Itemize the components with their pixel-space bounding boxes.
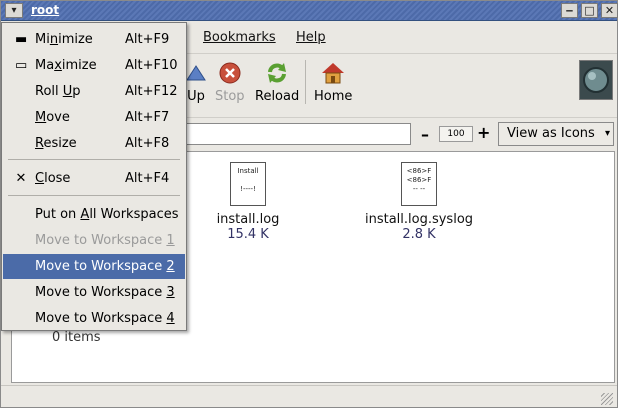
menu-item-minimize[interactable]: ▬ Minimize Alt+F9 xyxy=(3,27,185,52)
window-title: root xyxy=(31,3,60,17)
menu-item-move-to-workspace-2[interactable]: Move to Workspace 2 xyxy=(3,254,185,279)
reload-button-label: Reload xyxy=(255,89,300,104)
file-size: 2.8 K xyxy=(402,227,436,242)
home-button-label: Home xyxy=(314,89,353,104)
reload-button[interactable]: Reload xyxy=(255,60,299,104)
menu-item-label: Close xyxy=(35,171,71,186)
menu-item-accel: Alt+F10 xyxy=(125,58,178,73)
view-as-select[interactable]: View as Icons ▾ xyxy=(498,122,614,146)
reload-icon xyxy=(268,63,287,83)
minimize-button[interactable]: ‒ xyxy=(561,3,578,18)
menu-item-maximize[interactable]: ▭ Maximize Alt+F10 xyxy=(3,53,185,78)
menu-item-label: Move xyxy=(35,110,70,125)
text-file-icon: Install !----! xyxy=(230,162,266,206)
menu-bookmarks-label: Bookmarks xyxy=(203,30,276,45)
menu-bookmarks[interactable]: Bookmarks xyxy=(203,30,276,45)
menu-item-close[interactable]: ✕ Close Alt+F4 xyxy=(3,166,185,191)
window-menu-button[interactable]: ▾ xyxy=(5,3,23,18)
menu-item-move-to-workspace-1[interactable]: Move to Workspace 1 xyxy=(3,228,185,253)
zoom-level[interactable]: 100 xyxy=(439,126,473,142)
menu-item-label: Roll Up xyxy=(35,84,81,99)
menu-item-accel: Alt+F4 xyxy=(125,171,170,186)
menu-item-move-to-workspace-4[interactable]: Move to Workspace 4 xyxy=(3,306,185,331)
menu-item-move-to-workspace-3[interactable]: Move to Workspace 3 xyxy=(3,280,185,305)
file-item[interactable]: Install !----! install.log 15.4 K xyxy=(208,162,288,242)
menu-item-accel: Alt+F12 xyxy=(125,84,178,99)
chevron-down-icon: ▾ xyxy=(604,128,610,139)
file-name: install.log.syslog xyxy=(364,212,474,227)
stop-button-label: Stop xyxy=(215,89,245,104)
menu-separator xyxy=(8,195,180,196)
minimize-icon: ▬ xyxy=(15,32,28,47)
menu-item-label: Move to Workspace 3 xyxy=(35,285,175,300)
menu-separator xyxy=(8,159,180,160)
file-item[interactable]: <86>F <86>F -- -- install.log.syslog 2.8… xyxy=(354,162,484,242)
menu-item-label: Resize xyxy=(35,136,77,151)
throbber-icon xyxy=(579,60,613,100)
location-input[interactable] xyxy=(171,123,411,145)
items-count: 0 items xyxy=(52,330,101,345)
toolbar-separator xyxy=(305,60,306,104)
close-button[interactable]: ✕ xyxy=(601,3,618,18)
zoom-out-button[interactable]: – xyxy=(421,125,429,144)
home-button[interactable]: Home xyxy=(314,60,352,104)
menu-item-put-on-all-workspaces[interactable]: Put on All Workspaces xyxy=(3,202,185,227)
menu-item-accel: Alt+F8 xyxy=(125,136,170,151)
maximize-icon: ▭ xyxy=(15,58,28,73)
menu-item-label: Put on All Workspaces xyxy=(35,207,179,222)
menu-item-accel: Alt+F7 xyxy=(125,110,170,125)
file-size: 15.4 K xyxy=(227,227,269,242)
home-icon xyxy=(322,63,345,84)
title-bar[interactable]: ▾ root ‒ □ ✕ xyxy=(1,1,618,21)
zoom-in-button[interactable]: + xyxy=(477,123,490,142)
view-as-label: View as Icons xyxy=(507,126,595,141)
menu-item-accel: Alt+F9 xyxy=(125,32,170,47)
resize-grip-icon[interactable] xyxy=(601,393,613,405)
menu-item-move[interactable]: Move Alt+F7 xyxy=(3,105,185,130)
menu-item-label: Maximize xyxy=(35,58,97,73)
menu-item-label: Move to Workspace 2 xyxy=(35,259,175,274)
stop-button[interactable]: Stop xyxy=(215,60,245,104)
maximize-button[interactable]: □ xyxy=(581,3,598,18)
file-manager-window: ▾ root ‒ □ ✕ Bookmarks Help Up Stop Relo… xyxy=(0,0,618,408)
menu-item-roll-up[interactable]: Roll Up Alt+F12 xyxy=(3,79,185,104)
stop-icon xyxy=(219,62,241,84)
status-bar xyxy=(1,385,617,407)
menu-item-label: Move to Workspace 1 xyxy=(35,233,175,248)
menu-item-label: Move to Workspace 4 xyxy=(35,311,175,326)
file-name: install.log xyxy=(216,212,280,227)
close-icon: ✕ xyxy=(15,171,27,186)
window-menu: ▬ Minimize Alt+F9 ▭ Maximize Alt+F10 Rol… xyxy=(1,22,187,331)
menu-item-label: Minimize xyxy=(35,32,93,47)
menu-help-label: Help xyxy=(296,30,326,45)
text-file-icon: <86>F <86>F -- -- xyxy=(401,162,437,206)
menu-help[interactable]: Help xyxy=(296,30,326,45)
menu-item-resize[interactable]: Resize Alt+F8 xyxy=(3,131,185,156)
